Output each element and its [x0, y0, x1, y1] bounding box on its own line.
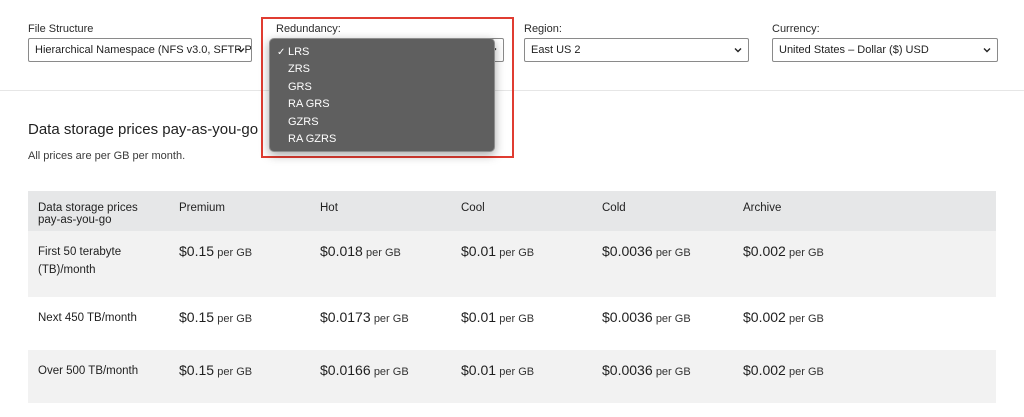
option-label: RA GRS	[288, 98, 330, 111]
price-value: $0.002	[743, 362, 786, 378]
row-label: Next 450 TB/month	[28, 297, 169, 350]
price-value: $0.01	[461, 243, 497, 259]
file-structure-value: Hierarchical Namespace (NFS v3.0, SFTP P…	[35, 44, 252, 56]
price-unit: per GB	[217, 247, 253, 259]
price-cell: $0.01 per GB	[451, 297, 592, 350]
price-unit: per GB	[655, 313, 691, 325]
column-header: Data storage prices pay-as-you-go	[28, 191, 169, 231]
price-cell: $0.002 per GB	[733, 350, 996, 403]
price-unit: per GB	[373, 366, 409, 378]
price-unit: per GB	[366, 247, 401, 259]
option-label: RA GZRS	[288, 132, 337, 145]
price-unit: per GB	[789, 313, 824, 325]
redundancy-dropdown-menu: ✓ LRS ZRS GRS RA GRS GZRS RA GZRS	[269, 38, 495, 152]
section-title: Data storage prices pay-as-you-go	[28, 121, 259, 138]
price-unit: per GB	[499, 313, 535, 325]
price-value: $0.0166	[320, 362, 371, 378]
price-unit: per GB	[373, 313, 409, 325]
chevron-down-icon	[237, 48, 245, 53]
price-cell: $0.0036 per GB	[592, 231, 733, 297]
price-cell: $0.0166 per GB	[310, 350, 451, 403]
price-unit: per GB	[655, 247, 691, 259]
price-value: $0.15	[179, 309, 215, 325]
option-label: ZRS	[288, 63, 310, 76]
redundancy-option-ra-grs[interactable]: RA GRS	[270, 96, 494, 113]
price-cell: $0.01 per GB	[451, 350, 592, 403]
pricing-table: Data storage prices pay-as-you-go Premiu…	[28, 191, 996, 403]
currency-select[interactable]: United States – Dollar ($) USD	[772, 38, 998, 62]
currency-filter: Currency: United States – Dollar ($) USD	[772, 23, 998, 62]
redundancy-option-ra-gzrs[interactable]: RA GZRS	[270, 131, 494, 148]
region-select[interactable]: East US 2	[524, 38, 749, 62]
price-unit: per GB	[655, 366, 691, 378]
redundancy-option-zrs[interactable]: ZRS	[270, 61, 494, 78]
price-cell: $0.15 per GB	[169, 231, 310, 297]
table-row: First 50 terabyte (TB)/month $0.15 per G…	[28, 231, 996, 297]
price-cell: $0.002 per GB	[733, 297, 996, 350]
redundancy-option-grs[interactable]: GRS	[270, 79, 494, 96]
price-value: $0.0036	[602, 309, 653, 325]
column-header: Archive	[733, 191, 996, 231]
column-header: Hot	[310, 191, 451, 231]
price-value: $0.15	[179, 362, 215, 378]
region-label: Region:	[524, 23, 562, 35]
price-value: $0.018	[320, 243, 363, 259]
row-label: First 50 terabyte (TB)/month	[28, 231, 169, 297]
price-value: $0.0036	[602, 362, 653, 378]
currency-value: United States – Dollar ($) USD	[779, 44, 929, 56]
table-row: Next 450 TB/month $0.15 per GB $0.0173 p…	[28, 297, 996, 350]
price-value: $0.15	[179, 243, 215, 259]
row-label: Over 500 TB/month	[28, 350, 169, 403]
checkmark-icon: ✓	[277, 47, 286, 58]
price-cell: $0.15 per GB	[169, 350, 310, 403]
option-label: LRS	[288, 46, 310, 58]
price-value: $0.002	[743, 243, 786, 259]
column-header: Cold	[592, 191, 733, 231]
price-cell: $0.0036 per GB	[592, 350, 733, 403]
price-unit: per GB	[499, 247, 535, 259]
price-unit: per GB	[217, 366, 253, 378]
chevron-down-icon	[983, 48, 991, 53]
section-subtitle: All prices are per GB per month.	[28, 150, 186, 162]
option-label: GZRS	[288, 115, 319, 128]
column-header: Cool	[451, 191, 592, 231]
file-structure-select[interactable]: Hierarchical Namespace (NFS v3.0, SFTP P…	[28, 38, 252, 62]
price-cell: $0.018 per GB	[310, 231, 451, 297]
chevron-down-icon	[734, 48, 742, 53]
redundancy-option-lrs[interactable]: ✓ LRS	[270, 44, 494, 61]
price-value: $0.0036	[602, 243, 653, 259]
price-value: $0.002	[743, 309, 786, 325]
price-cell: $0.0036 per GB	[592, 297, 733, 350]
region-value: East US 2	[531, 44, 581, 56]
price-unit: per GB	[789, 366, 824, 378]
price-cell: $0.01 per GB	[451, 231, 592, 297]
file-structure-label: File Structure	[28, 23, 94, 35]
price-cell: $0.0173 per GB	[310, 297, 451, 350]
price-unit: per GB	[499, 366, 535, 378]
price-value: $0.01	[461, 309, 497, 325]
file-structure-filter: File Structure Hierarchical Namespace (N…	[28, 23, 252, 62]
price-value: $0.0173	[320, 309, 371, 325]
price-unit: per GB	[217, 313, 253, 325]
price-value: $0.01	[461, 362, 497, 378]
column-header: Premium	[169, 191, 310, 231]
price-cell: $0.15 per GB	[169, 297, 310, 350]
currency-label: Currency:	[772, 23, 820, 35]
redundancy-option-gzrs[interactable]: GZRS	[270, 114, 494, 131]
price-unit: per GB	[789, 247, 824, 259]
price-cell: $0.002 per GB	[733, 231, 996, 297]
table-header-row: Data storage prices pay-as-you-go Premiu…	[28, 191, 996, 231]
option-label: GRS	[288, 80, 312, 93]
region-filter: Region: East US 2	[524, 23, 749, 62]
table-row: Over 500 TB/month $0.15 per GB $0.0166 p…	[28, 350, 996, 403]
